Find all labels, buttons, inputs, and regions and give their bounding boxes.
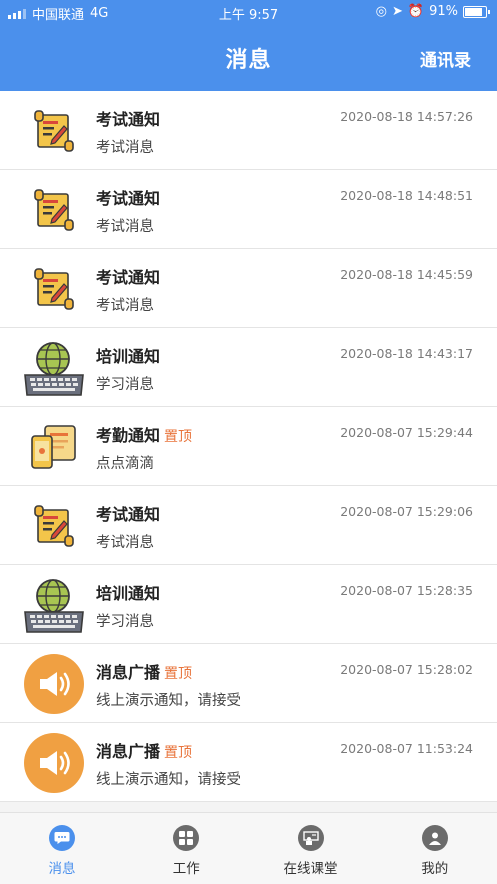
message-row[interactable]: 消息广播 置顶 2020-08-07 11:53:24 线上演示通知，请接受	[0, 723, 497, 802]
location-arrow-icon: ➤	[392, 4, 403, 19]
message-time: 2020-08-07 15:29:06	[340, 504, 473, 519]
message-row[interactable]: 培训通知 2020-08-18 14:43:17 学习消息	[0, 328, 497, 407]
message-subtitle: 线上演示通知，请接受	[96, 693, 241, 709]
message-title: 培训通知	[96, 580, 160, 604]
classroom-icon	[297, 825, 324, 851]
message-title-text: 考试通知	[96, 110, 161, 129]
message-title: 培训通知	[96, 343, 160, 367]
exam-scroll-icon	[23, 495, 85, 557]
message-title-text: 培训通知	[96, 584, 161, 603]
message-subtitle: 考试消息	[96, 298, 154, 314]
tab-label: 工作	[172, 861, 200, 877]
message-title: 考试通知	[96, 185, 160, 209]
status-bar: 中国联通 4G 上午 9:57 ◎ ➤ ⏰ 91%	[0, 0, 497, 26]
message-title-text: 培训通知	[96, 347, 161, 366]
message-list: 考试通知 2020-08-18 14:57:26 考试消息 考试通知 2020-08-1…	[0, 91, 497, 802]
pinned-badge: 置顶	[164, 429, 193, 445]
message-row[interactable]: 考试通知 2020-08-18 14:48:51 考试消息	[0, 170, 497, 249]
message-row[interactable]: 考试通知 2020-08-18 14:57:26 考试消息	[0, 91, 497, 170]
message-title-text: 考勤通知	[96, 426, 161, 445]
message-time: 2020-08-07 11:53:24	[340, 741, 473, 756]
message-time: 2020-08-07 15:28:35	[340, 583, 473, 598]
message-row[interactable]: 考试通知 2020-08-07 15:29:06 考试消息	[0, 486, 497, 565]
contacts-button[interactable]: 通讯录	[420, 46, 471, 71]
clock: 上午 9:57	[218, 8, 279, 23]
message-title-text: 考试通知	[96, 268, 161, 287]
message-row[interactable]: 考试通知 2020-08-18 14:45:59 考试消息	[0, 249, 497, 328]
megaphone-icon	[23, 732, 85, 794]
message-subtitle: 考试消息	[96, 535, 154, 551]
message-title-text: 消息广播	[96, 663, 161, 682]
message-title-text: 消息广播	[96, 742, 161, 761]
alarm-icon: ⏰	[407, 4, 425, 19]
top-header: 中国联通 4G 上午 9:57 ◎ ➤ ⏰ 91% 消息 通讯录	[0, 0, 497, 91]
message-row[interactable]: 培训通知 2020-08-07 15:28:35 学习消息	[0, 565, 497, 644]
message-title-text: 考试通知	[96, 505, 161, 524]
tab-label: 在线课堂	[283, 861, 338, 877]
message-subtitle: 学习消息	[96, 377, 154, 393]
tab-label: 我的	[421, 861, 449, 877]
message-time: 2020-08-18 14:48:51	[340, 188, 473, 203]
tab-messages[interactable]: 消息	[0, 813, 124, 884]
pinned-badge: 置顶	[164, 745, 193, 761]
message-time: 2020-08-18 14:57:26	[340, 109, 473, 124]
tab-label: 消息	[48, 861, 76, 877]
exam-scroll-icon	[23, 258, 85, 320]
grid-icon	[173, 825, 200, 851]
message-subtitle: 线上演示通知，请接受	[96, 772, 241, 788]
message-subtitle: 考试消息	[96, 140, 154, 156]
exam-scroll-icon	[23, 100, 85, 162]
tab-work[interactable]: 工作	[124, 813, 248, 884]
chat-bubble-icon	[49, 825, 75, 851]
message-title: 考试通知	[96, 264, 160, 288]
message-time: 2020-08-07 15:28:02	[340, 662, 473, 677]
message-subtitle: 考试消息	[96, 219, 154, 235]
megaphone-icon	[23, 653, 85, 715]
battery-icon	[463, 5, 490, 18]
rotation-lock-icon: ◎	[375, 4, 387, 19]
message-row[interactable]: 考勤通知 置顶 2020-08-07 15:29:44 点点滴滴	[0, 407, 497, 486]
tab-mine[interactable]: 我的	[373, 813, 497, 884]
message-title: 考试通知	[96, 106, 160, 130]
bottom-tab-bar: 消息 工作 在线课堂 我的	[0, 812, 497, 884]
message-title: 消息广播 置顶	[96, 659, 192, 683]
message-title: 考试通知	[96, 501, 160, 525]
message-time: 2020-08-18 14:45:59	[340, 267, 473, 282]
message-title: 考勤通知 置顶	[96, 422, 192, 446]
phone-document-icon	[23, 416, 85, 478]
exam-scroll-icon	[23, 179, 85, 241]
globe-keyboard-icon	[23, 574, 85, 636]
message-title: 消息广播 置顶	[96, 738, 192, 762]
message-title-text: 考试通知	[96, 189, 161, 208]
message-time: 2020-08-18 14:43:17	[340, 346, 473, 361]
pinned-badge: 置顶	[164, 666, 193, 682]
message-subtitle: 学习消息	[96, 614, 154, 630]
person-icon	[421, 825, 448, 851]
globe-keyboard-icon	[23, 337, 85, 399]
message-row[interactable]: 消息广播 置顶 2020-08-07 15:28:02 线上演示通知，请接受	[0, 644, 497, 723]
battery-percent: 91%	[429, 4, 458, 19]
tab-online-class[interactable]: 在线课堂	[249, 813, 373, 884]
message-time: 2020-08-07 15:29:44	[340, 425, 473, 440]
message-subtitle: 点点滴滴	[96, 456, 154, 472]
